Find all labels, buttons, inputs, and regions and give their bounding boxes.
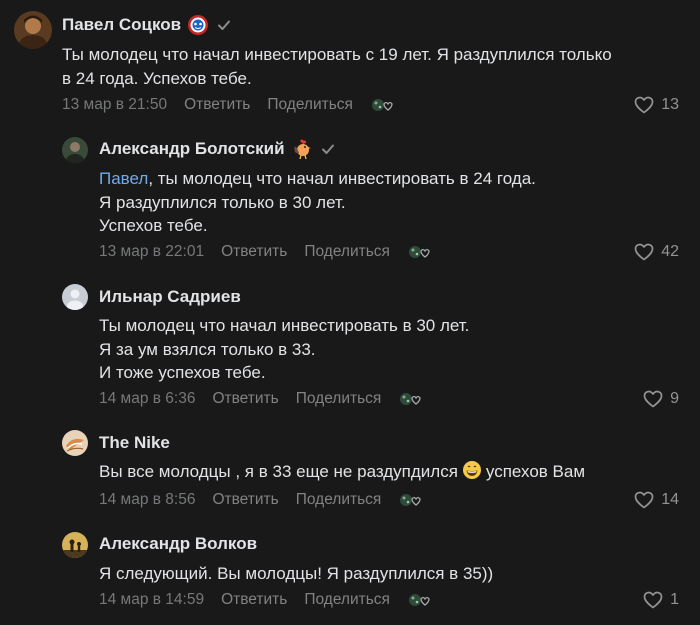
check-icon: [217, 18, 231, 32]
avatar[interactable]: [62, 430, 88, 456]
comment-4: The Nike Вы все молодцы , я в 33 еще не …: [0, 420, 700, 520]
grinning-face-icon: [462, 460, 482, 487]
text-line: Павел, ты молодец что начал инвестироват…: [99, 167, 536, 191]
text-fragment: Вы все молодцы , я в 33 еще не раздупдил…: [99, 462, 458, 481]
text-fragment: , ты молодец что начал инвестировать в 2…: [148, 169, 536, 188]
text-line: в 24 года. Успехов тебе.: [62, 68, 252, 88]
share-button[interactable]: Поделиться: [304, 243, 390, 261]
heart-outline-icon: [643, 591, 663, 609]
text-line: Я следующий. Вы молодцы! Я раздуплился в…: [99, 564, 494, 583]
comment-date[interactable]: 14 мар в 8:56: [99, 491, 195, 509]
author-name[interactable]: Ильнар Садриев: [99, 287, 241, 307]
like-count: 14: [661, 491, 679, 508]
reaction-icon[interactable]: [407, 242, 431, 262]
heart-outline-icon: [643, 390, 663, 408]
like-count: 13: [661, 96, 679, 113]
reaction-icon[interactable]: [407, 590, 431, 610]
text-line: Успехов тебе.: [99, 216, 208, 235]
comment-text: Павел, ты молодец что начал инвестироват…: [99, 167, 536, 238]
reaction-icon[interactable]: [398, 490, 422, 510]
text-line: Ты молодец что начал инвестировать в 30 …: [99, 316, 470, 335]
comment-text: Ты молодец что начал инвестировать в 30 …: [99, 314, 469, 385]
comment-date[interactable]: 13 мар в 21:50: [62, 96, 167, 114]
text-line: Я за ум взялся только в 33.: [99, 339, 316, 359]
comment-1: Павел Соцков Ты молодец что начал инвест…: [0, 0, 700, 125]
text-fragment: успехов Вам: [485, 462, 586, 481]
mention-link[interactable]: Павел: [99, 169, 148, 188]
check-icon: [321, 142, 335, 156]
comment-text: Я следующий. Вы молодцы! Я раздуплился в…: [99, 562, 493, 586]
comment-date[interactable]: 14 мар в 14:59: [99, 591, 204, 609]
reply-button[interactable]: Ответить: [184, 96, 250, 114]
like-button[interactable]: 13: [634, 95, 679, 115]
share-button[interactable]: Поделиться: [267, 96, 353, 114]
like-count: 9: [670, 390, 679, 407]
reply-button[interactable]: Ответить: [212, 491, 278, 509]
reply-button[interactable]: Ответить: [221, 591, 287, 609]
comment-date[interactable]: 14 мар в 6:36: [99, 390, 195, 408]
like-count: 1: [670, 591, 679, 608]
comment-text: Вы все молодцы , я в 33 еще не раздупдил…: [99, 460, 585, 487]
avatar[interactable]: [62, 137, 88, 163]
text-line: Ты молодец что начал инвестировать с 19 …: [62, 45, 612, 64]
author-name[interactable]: The Nike: [99, 433, 170, 453]
heart-outline-icon: [634, 96, 654, 114]
reaction-icon[interactable]: [370, 95, 394, 115]
reply-button[interactable]: Ответить: [221, 243, 287, 261]
author-name[interactable]: Александр Волков: [99, 534, 257, 554]
avatar[interactable]: [62, 532, 88, 558]
text-line: Я раздуплился только в 30 лет.: [99, 192, 346, 212]
comment-2: Александр Болотский Павел, ты молодец чт…: [0, 125, 700, 275]
comment-5: Александр Волков Я следующий. Вы молодцы…: [0, 520, 700, 625]
heart-outline-icon: [634, 491, 654, 509]
reaction-icon[interactable]: [398, 389, 422, 409]
reply-button[interactable]: Ответить: [212, 390, 278, 408]
comment-text: Ты молодец что начал инвестировать с 19 …: [62, 43, 612, 90]
author-name[interactable]: Павел Соцков: [62, 15, 181, 35]
text-line: И тоже успехов тебе.: [99, 363, 266, 382]
rooster-icon: [291, 138, 313, 160]
comment-3: Ильнар Садриев Ты молодец что начал инве…: [0, 275, 700, 420]
share-button[interactable]: Поделиться: [304, 591, 390, 609]
avatar[interactable]: [62, 284, 88, 310]
like-count: 42: [661, 243, 679, 260]
like-button[interactable]: 42: [634, 242, 679, 262]
avatar[interactable]: [14, 11, 52, 49]
text-line: Вы все молодцы , я в 33 еще не раздупдил…: [99, 460, 585, 487]
captain-shield-icon: [187, 14, 209, 36]
like-button[interactable]: 14: [634, 490, 679, 510]
like-button[interactable]: 9: [643, 389, 679, 409]
comment-date[interactable]: 13 мар в 22:01: [99, 243, 204, 261]
author-name[interactable]: Александр Болотский: [99, 139, 285, 159]
share-button[interactable]: Поделиться: [296, 491, 382, 509]
like-button[interactable]: 1: [643, 590, 679, 610]
share-button[interactable]: Поделиться: [296, 390, 382, 408]
heart-outline-icon: [634, 243, 654, 261]
